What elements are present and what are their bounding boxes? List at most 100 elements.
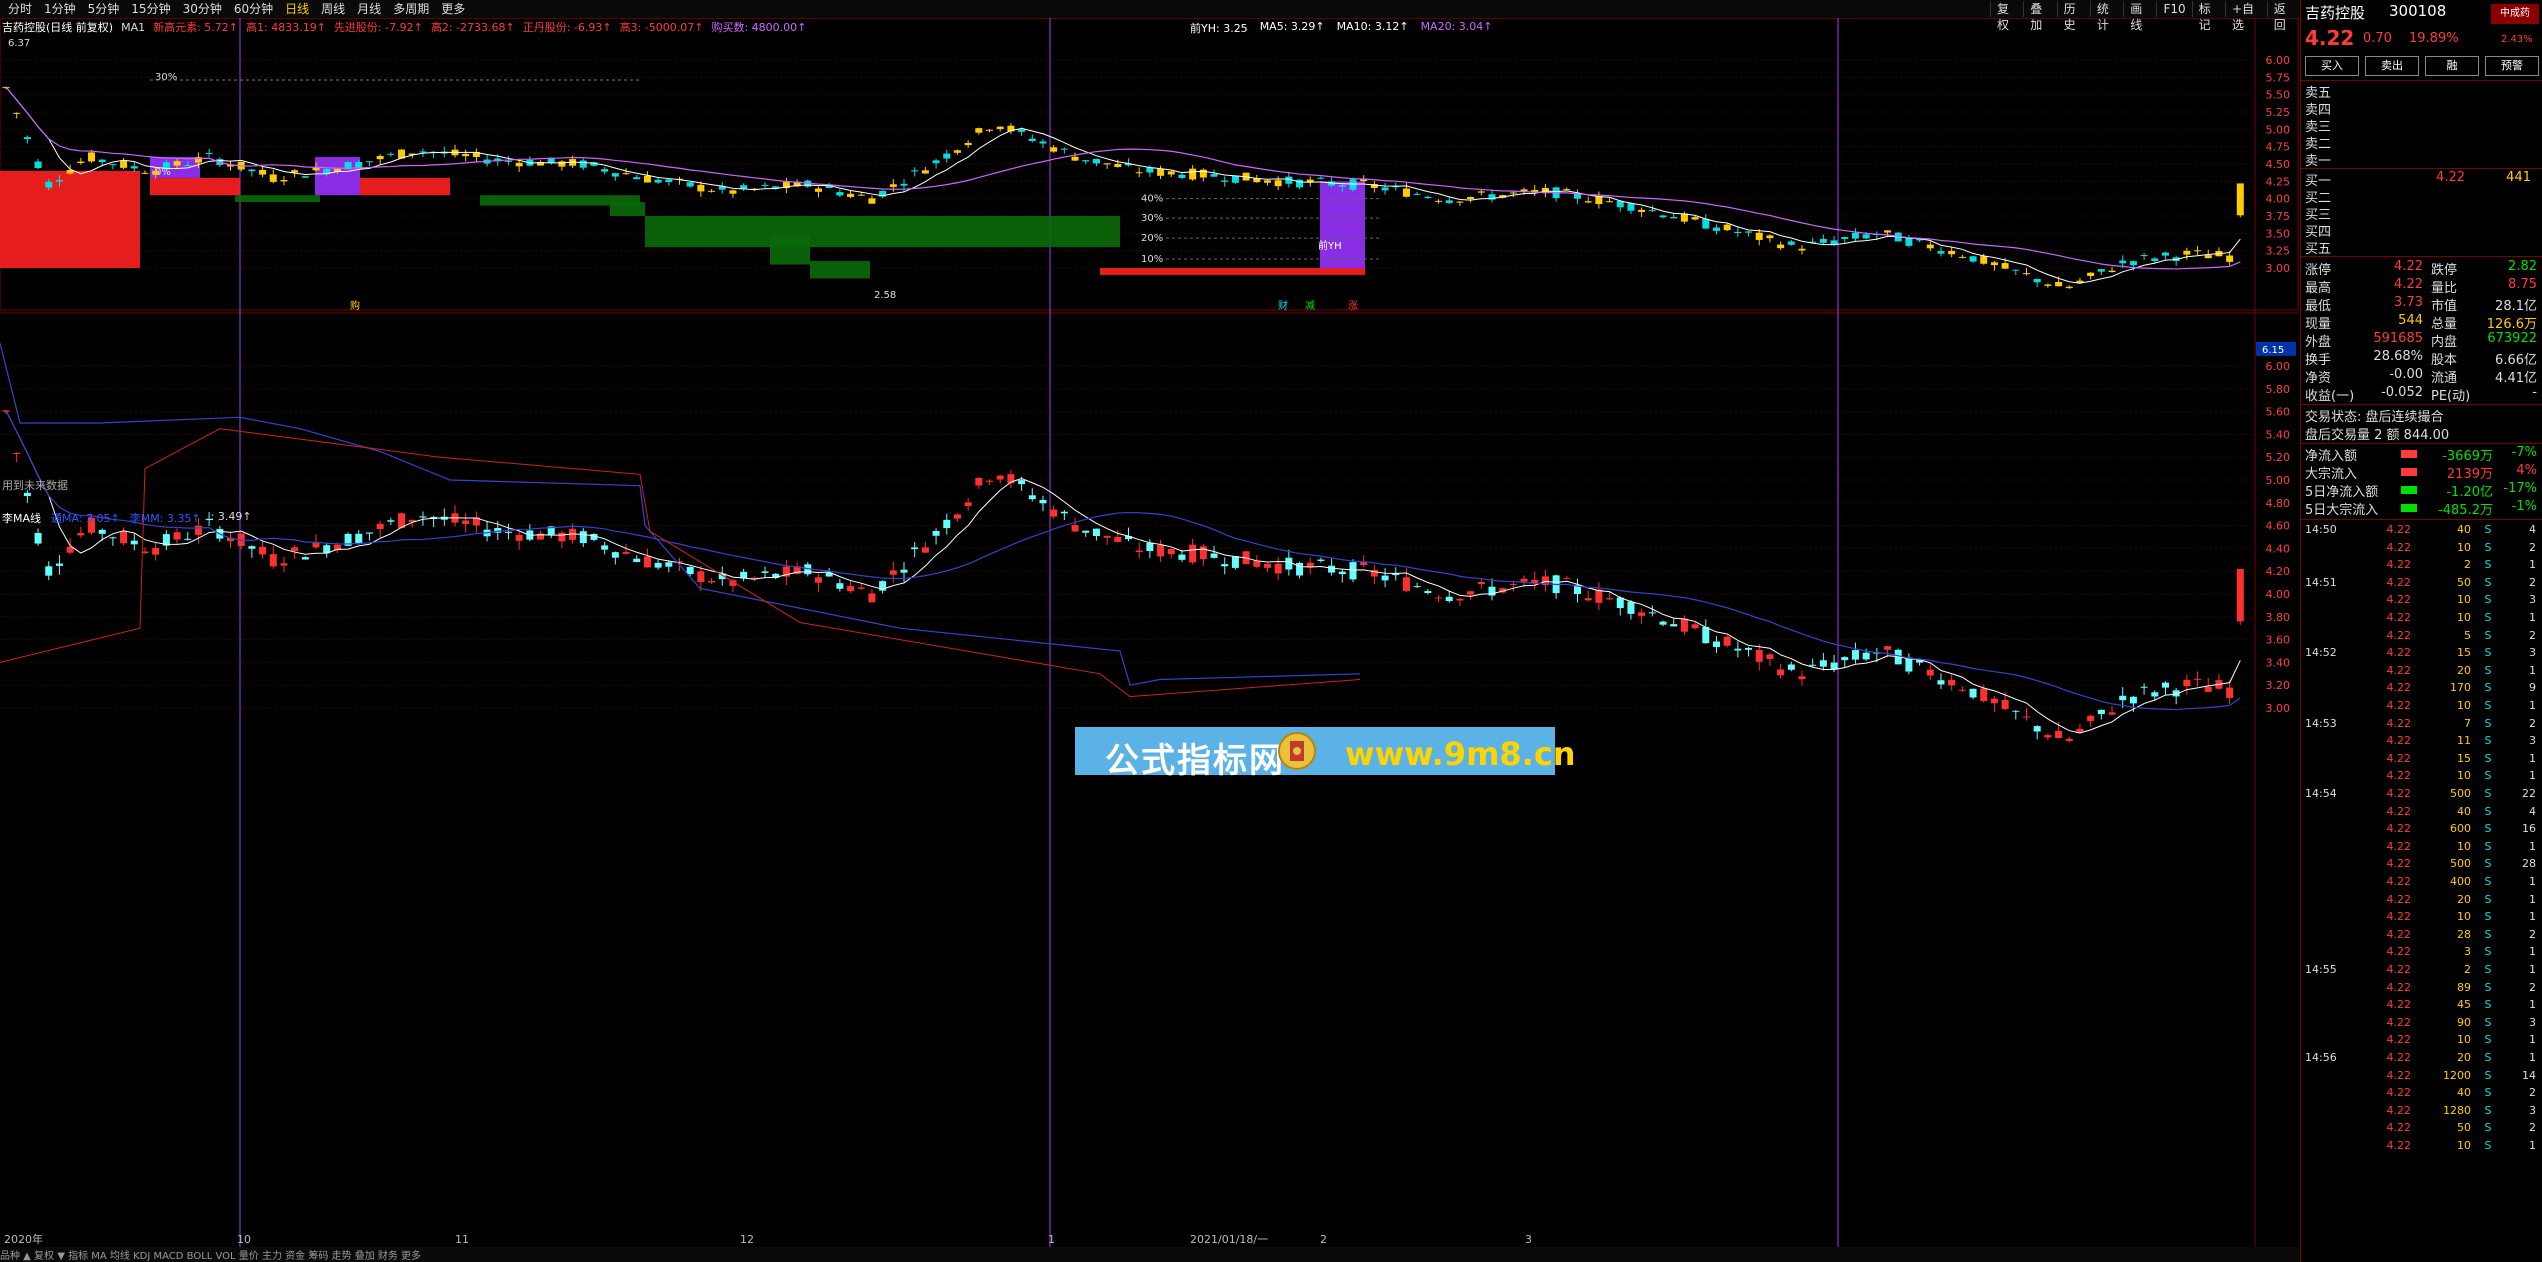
- tick-count-17: 16: [2522, 822, 2536, 836]
- sub-legend: 李MA线 通MA: 3.05↑ 李MM: 3.35↑: 3.49↑: [2, 510, 252, 526]
- industry-tag[interactable]: 中成药: [2491, 4, 2539, 24]
- tool-button-8[interactable]: 返回: [2266, 1, 2300, 32]
- tick-price-20: 4.22: [2386, 875, 2412, 888]
- main-candle-176: [1884, 230, 1892, 233]
- tool-button-2[interactable]: 历史: [2056, 1, 2090, 32]
- sub-candle-183: [1958, 689, 1966, 691]
- flow-label-0: 净流入额: [2305, 449, 2358, 464]
- action-button-0[interactable]: 买入: [2305, 56, 2359, 76]
- main-candle-200: [2140, 255, 2148, 257]
- main-candle-196: [2097, 269, 2105, 272]
- tick-price-0: 4.22: [2386, 523, 2412, 536]
- main-candle-154: [1648, 209, 1656, 211]
- sub-ma20-line: [5, 410, 2241, 711]
- period-tab-4[interactable]: 30分钟: [177, 1, 228, 17]
- tick-price-3: 4.22: [2386, 575, 2412, 589]
- sub-candle-115: [1231, 556, 1239, 568]
- y-tick-sub-4: 5.20: [2266, 451, 2291, 464]
- tick-volume-5: 10: [2457, 611, 2471, 624]
- tool-button-0[interactable]: 复权: [1990, 1, 2023, 32]
- signal-block-11: [1320, 181, 1365, 268]
- sub-candle-189: [2023, 716, 2030, 718]
- main-candle-26: [280, 179, 288, 182]
- tick-volume-26: 89: [2457, 980, 2471, 994]
- tick-volume-23: 28: [2457, 927, 2471, 941]
- x-tick-4: 1: [1048, 1233, 1055, 1246]
- tick-side-34: S: [2484, 1121, 2492, 1135]
- tick-side-9: S: [2484, 681, 2492, 695]
- tick-volume-25: 2: [2464, 963, 2471, 976]
- period-tab-6[interactable]: 日线: [279, 1, 315, 17]
- sub-candle-192: [2055, 730, 2063, 739]
- tick-volume-10: 10: [2457, 699, 2471, 712]
- main-candle-13: [141, 172, 149, 174]
- action-button-1[interactable]: 卖出: [2365, 56, 2419, 76]
- main-candle-189: [2023, 273, 2030, 275]
- tool-button-1[interactable]: 叠加: [2023, 1, 2056, 32]
- sub-candle-114: [1221, 564, 1229, 567]
- sub-candle-11: [120, 531, 128, 544]
- main-candle-68: [729, 190, 737, 194]
- period-tab-1[interactable]: 1分钟: [38, 1, 82, 17]
- main-candle-165: [1766, 235, 1774, 239]
- tick-side-31: S: [2484, 1068, 2492, 1082]
- pct-right-3: 10%: [1141, 254, 1163, 265]
- flow-pct-1: 4%: [2516, 463, 2537, 478]
- bottom-tabs[interactable]: 品种 ▲ 复权 ▼ 指标 MA 均线 KDJ MACD BOLL VOL 量价 …: [0, 1247, 2300, 1262]
- main-candle-185: [1980, 256, 1988, 264]
- action-button-3[interactable]: 预警: [2485, 56, 2539, 76]
- stock-name: 吉药控股: [2305, 4, 2366, 22]
- period-tab-8[interactable]: 月线: [351, 1, 387, 17]
- sub-legend-item-2: : 3.49↑: [210, 510, 252, 523]
- main-candle-110: [1178, 174, 1186, 178]
- tool-button-3[interactable]: 统计: [2089, 1, 2123, 32]
- future-data-note: 用到未来数据: [2, 479, 68, 492]
- main-candle-11: [120, 160, 128, 168]
- main-candle-79: [847, 193, 855, 197]
- period-tab-2[interactable]: 5分钟: [82, 1, 126, 17]
- tick-price-12: 4.22: [2386, 734, 2412, 748]
- legend-item-7: 购买数: 4800.00↑: [711, 21, 807, 34]
- period-tab-0[interactable]: 分时: [2, 1, 38, 17]
- ma-legend-item-2: MA10: 3.12↑: [1336, 20, 1409, 33]
- main-candle-163: [1745, 231, 1753, 233]
- kline-chart[interactable]: 6.00 5.75 5.50 5.25 5.00 4.75 4.50 4.25 4.00 3.75…: [0, 18, 2300, 1247]
- y-tick-main-12: 3.00: [2266, 262, 2291, 275]
- stat-label2-5: 股本: [2431, 353, 2458, 368]
- sub-candle-106: [1135, 550, 1143, 553]
- sub-candle-117: [1253, 560, 1261, 567]
- action-button-2[interactable]: 融: [2425, 56, 2479, 76]
- sub-candle-146: [1563, 578, 1571, 580]
- main-candle-137: [1467, 197, 1475, 200]
- period-tab-10[interactable]: 更多: [435, 1, 471, 17]
- y-tick-sub-9: 4.20: [2266, 565, 2291, 578]
- main-candle-161: [1723, 224, 1731, 231]
- tool-button-5[interactable]: F10: [2156, 1, 2191, 17]
- signal-block-4: [360, 177, 450, 196]
- sub-candle-208: [2226, 687, 2234, 698]
- legend-item-2: 高1: 4833.19↑: [246, 21, 326, 34]
- sub-candle-66: [708, 581, 716, 583]
- sub-candle-89: [953, 514, 961, 519]
- sub-candle-143: [1531, 579, 1539, 583]
- main-candle-98: [1050, 147, 1058, 152]
- tool-button-6[interactable]: 标记: [2191, 1, 2225, 32]
- sub-candle-48: [515, 534, 523, 541]
- tool-button-7[interactable]: +自选: [2224, 1, 2267, 32]
- tick-side-5: S: [2484, 611, 2492, 624]
- main-candle-114: [1221, 180, 1229, 182]
- main-candle-47: [504, 160, 512, 162]
- sub-candle-91: [975, 477, 983, 486]
- period-tab-3[interactable]: 15分钟: [125, 1, 176, 17]
- tick-volume-19: 500: [2450, 857, 2471, 871]
- sub-candle-108: [1157, 545, 1165, 557]
- period-tab-7[interactable]: 周线: [315, 1, 351, 17]
- y-tick-sub-11: 3.80: [2266, 611, 2291, 624]
- tick-price-19: 4.22: [2386, 857, 2412, 871]
- y-tick-sub-12: 3.60: [2266, 634, 2291, 647]
- divider: [2301, 443, 2542, 444]
- stat-label2-3: 总量: [2431, 317, 2458, 332]
- period-tab-9[interactable]: 多周期: [387, 1, 435, 17]
- tool-button-4[interactable]: 画线: [2123, 1, 2156, 32]
- period-tab-5[interactable]: 60分钟: [228, 1, 279, 17]
